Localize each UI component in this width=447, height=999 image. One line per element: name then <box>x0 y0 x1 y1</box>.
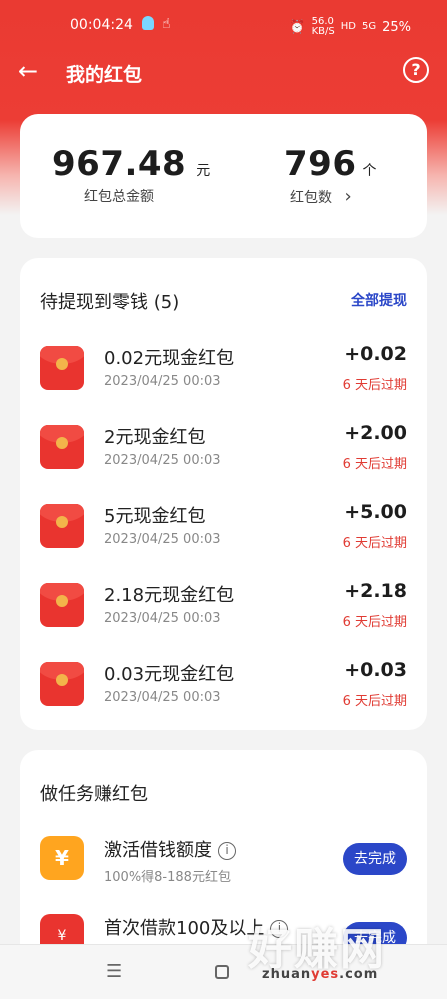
hd-icon: HD <box>340 21 356 32</box>
complete-task-button[interactable]: 去完成 <box>343 843 407 875</box>
info-icon[interactable]: i <box>218 842 236 860</box>
watermark: 好赚网 zhuanyes.com <box>248 913 438 993</box>
pending-title: 待提现到零钱 (5) <box>40 292 180 313</box>
list-item-date: 2023/04/25 00:03 <box>104 374 221 389</box>
list-item-date: 2023/04/25 00:03 <box>104 611 221 626</box>
list-item-amount: +0.02 <box>344 343 407 365</box>
withdraw-all-button[interactable]: 全部提现 <box>351 290 407 310</box>
list-item-date: 2023/04/25 00:03 <box>104 532 221 547</box>
count-unit: 个 <box>362 163 377 179</box>
summary-card: 967.48 元 红包总金额 796 个 红包数 › <box>20 114 427 238</box>
status-notification-icons: ☝ <box>142 16 171 32</box>
tasks-title: 做任务赚红包 <box>40 784 148 805</box>
home-icon[interactable] <box>215 965 229 979</box>
pending-card: 待提现到零钱 (5) 全部提现 0.02元现金红包 2023/04/25 00:… <box>20 258 427 730</box>
list-item-expiry: 6 天后过期 <box>342 694 407 709</box>
arrow-left-icon[interactable]: ← <box>18 54 38 88</box>
list-item-title: 0.03元现金红包 <box>104 664 235 685</box>
total-unit: 元 <box>196 163 211 179</box>
battery-level: 25% <box>382 19 411 35</box>
page-title: 我的红包 <box>66 64 143 86</box>
status-bar: 00:04:24 ☝ ⏰ 56.0 KB/S HD 5G 25% <box>0 0 447 52</box>
status-time: 00:04:24 <box>70 17 133 33</box>
network-speed: 56.0 KB/S <box>311 16 335 37</box>
list-item-date: 2023/04/25 00:03 <box>104 690 221 705</box>
red-packet-icon <box>40 504 84 548</box>
list-item-title: 2.18元现金红包 <box>104 585 235 606</box>
yuan-coin-icon: ¥ <box>40 836 84 880</box>
list-item-expiry: 6 天后过期 <box>342 457 407 472</box>
packet-count: 796 <box>284 144 357 184</box>
total-amount-block: 967.48 元 红包总金额 <box>52 144 210 206</box>
list-item-title: 0.02元现金红包 <box>104 348 235 369</box>
list-item-title: 2元现金红包 <box>104 427 206 448</box>
list-item-expiry: 6 天后过期 <box>342 615 407 630</box>
red-packet-icon <box>40 346 84 390</box>
list-item-amount: +2.00 <box>344 422 407 444</box>
nav-bar: ← 我的红包 ? <box>0 52 447 92</box>
total-label: 红包总金额 <box>84 189 154 205</box>
alarm-icon: ⏰ <box>289 19 306 35</box>
task-title: 激活借钱额度 <box>104 840 212 861</box>
list-item-expiry: 6 天后过期 <box>342 536 407 551</box>
gesture-icon: ☝ <box>162 16 171 32</box>
task-title: 首次借款100及以上 <box>104 918 265 939</box>
question-icon[interactable]: ? <box>403 57 429 83</box>
count-block[interactable]: 796 个 红包数 › <box>284 144 376 207</box>
list-item-amount: +2.18 <box>344 580 407 602</box>
status-right-icons: ⏰ 56.0 KB/S HD 5G 25% <box>289 17 411 37</box>
notification-icon <box>142 16 154 30</box>
list-item-amount: +5.00 <box>344 501 407 523</box>
total-amount: 967.48 <box>52 144 187 184</box>
red-packet-icon <box>40 583 84 627</box>
menu-icon[interactable]: ☰ <box>106 961 122 982</box>
count-label: 红包数 <box>290 190 332 206</box>
red-packet-icon <box>40 425 84 469</box>
list-item-date: 2023/04/25 00:03 <box>104 453 221 468</box>
signal-icon: 5G <box>361 21 377 32</box>
list-item-expiry: 6 天后过期 <box>342 378 407 393</box>
chevron-right-icon: › <box>344 186 352 207</box>
watermark-domain: zhuanyes.com <box>262 967 379 982</box>
list-item-amount: +0.03 <box>344 659 407 681</box>
red-packet-icon <box>40 662 84 706</box>
task-subtitle: 100%得8-188元红包 <box>104 870 231 885</box>
list-item-title: 5元现金红包 <box>104 506 206 527</box>
